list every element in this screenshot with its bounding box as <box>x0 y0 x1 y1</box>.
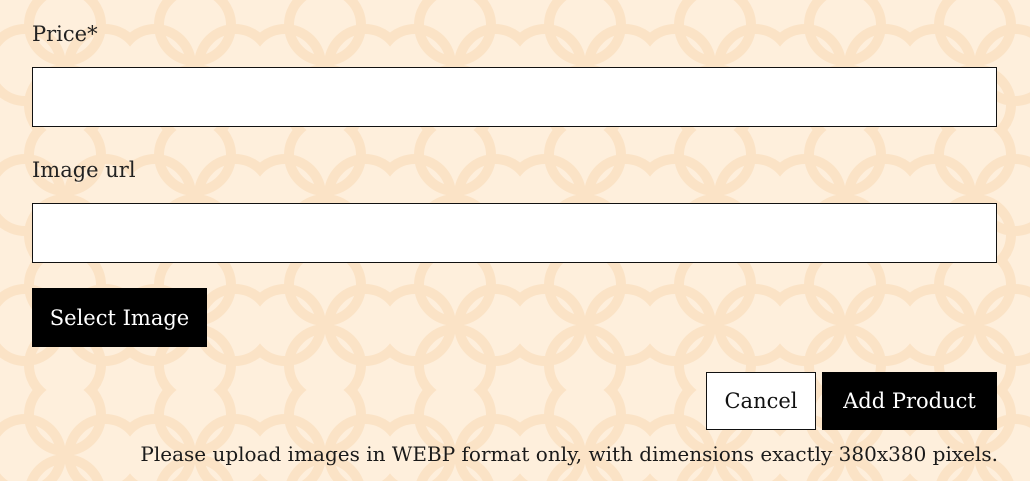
image-url-input[interactable] <box>32 203 997 263</box>
add-product-form: Price* Image url Select Image Cancel Add… <box>0 0 1030 481</box>
cancel-button[interactable]: Cancel <box>706 372 816 430</box>
price-label: Price* <box>32 22 98 46</box>
image-url-label: Image url <box>32 158 136 182</box>
upload-instructions: Please upload images in WEBP format only… <box>140 442 998 466</box>
price-input[interactable] <box>32 67 997 127</box>
add-product-button[interactable]: Add Product <box>822 372 997 430</box>
select-image-button[interactable]: Select Image <box>32 288 207 347</box>
